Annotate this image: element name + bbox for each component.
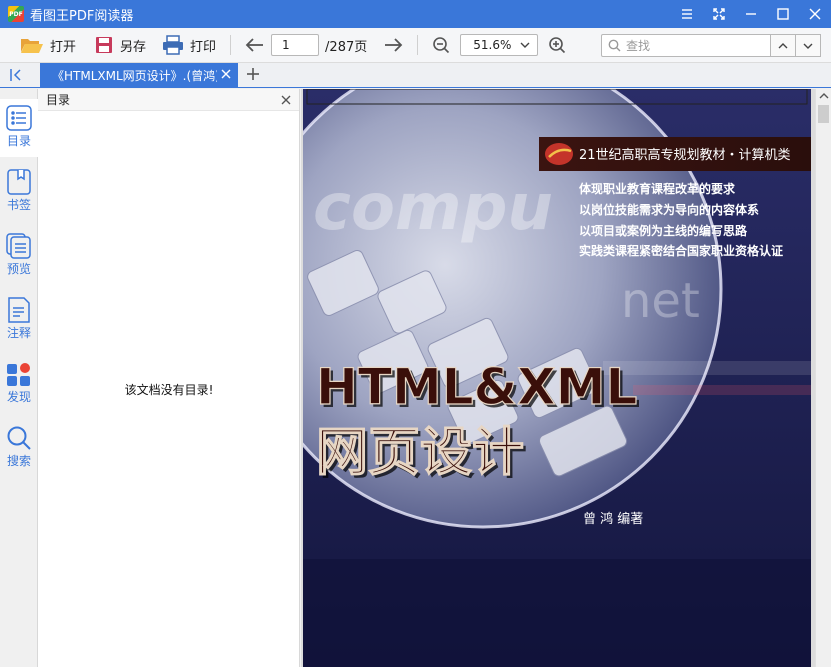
previous-page-button[interactable] [239,31,271,59]
cover-bg-word: compu [313,171,553,245]
page-number-input[interactable]: 1 [271,34,320,56]
maximize-button[interactable] [767,0,799,28]
print-button[interactable]: 打印 [156,31,222,59]
cover-feature: 以项目或案例为主线的编写思路 [579,223,748,238]
cover-title-line2: 网页设计 [316,423,524,483]
cover-feature: 体现职业教育课程改革的要求 [579,181,736,196]
zoom-select[interactable]: 51.6% [460,34,539,56]
search-next-button[interactable] [796,34,821,57]
scrollbar-thumb[interactable] [818,105,829,123]
maximize-icon [777,8,789,20]
outline-title: 目录 [46,93,71,107]
outline-close-button[interactable] [281,94,291,108]
collapse-left-icon [10,69,21,81]
page-total: /287页 [325,39,368,55]
arrow-right-icon [385,38,403,52]
scroll-up-icon[interactable] [819,92,829,100]
zoom-out-button[interactable] [426,31,456,59]
sidebar-item-search[interactable]: 搜索 [0,419,38,477]
app-logo-icon: PDF [8,6,24,22]
zoom-in-button[interactable] [542,31,572,59]
zoom-value: 51.6% [473,38,512,52]
vertical-scrollbar[interactable] [815,89,831,667]
toolbar: 打开 另存 打印 1 /287页 51.6% 查找 [0,28,831,63]
save-as-button[interactable]: 另存 [88,31,152,59]
open-label: 打开 [50,39,77,55]
close-icon [809,8,821,20]
zoom-in-icon [549,37,566,54]
save-as-label: 另存 [120,39,147,55]
left-sidebar: 目录 书签 预览 注释 发现 搜索 [0,89,38,667]
folder-open-icon [21,39,43,53]
app-title: 看图王PDF阅读器 [30,8,134,24]
minimize-button[interactable] [735,0,767,28]
chevron-down-icon [803,43,813,49]
sidebar-item-notes[interactable]: 注释 [0,291,38,349]
toolbar-divider [417,35,419,55]
sidebar-item-label: 预览 [6,262,31,276]
search-prev-button[interactable] [771,34,796,57]
pdf-page: 21世纪高职高专规划教材・计算机类 体现职业教育课程改革的要求 以岗位技能需求为… [303,89,811,667]
outline-panel: 目录 该文档没有目录! [38,89,300,667]
book-cover-image: 21世纪高职高专规划教材・计算机类 体现职业教育课程改革的要求 以岗位技能需求为… [303,89,811,667]
title-bar: PDF 看图王PDF阅读器 [0,0,831,28]
fullscreen-button[interactable] [703,0,735,28]
next-page-button[interactable] [377,31,409,59]
arrow-left-icon [245,38,264,52]
sidebar-item-discover[interactable]: 发现 [0,355,38,413]
sidebar-item-bookmarks[interactable]: 书签 [0,163,38,221]
cover-author: 曾 鸿 编著 [583,511,643,527]
zoom-out-icon [433,37,450,54]
search-placeholder: 查找 [626,39,651,53]
fullscreen-icon [713,8,725,20]
cover-feature: 以岗位技能需求为导向的内容体系 [579,202,759,217]
collapse-panel-button[interactable] [9,68,25,85]
note-icon [8,297,30,323]
toolbar-divider [230,35,232,55]
document-tab-label: 《HTMLXML网页设计》.(曾鸿) [52,69,217,83]
close-icon [281,95,291,105]
outline-header: 目录 [38,89,299,111]
discover-icon [7,363,30,386]
sidebar-item-label: 注释 [6,326,31,340]
sidebar-item-outline[interactable]: 目录 [0,99,38,157]
cover-series: 21世纪高职高专规划教材・计算机类 [579,147,791,163]
search-icon [7,426,31,450]
list-icon [6,105,32,131]
hamburger-icon [682,9,692,19]
sidebar-item-label: 发现 [6,390,31,404]
save-icon [96,37,113,53]
sidebar-item-preview[interactable]: 预览 [0,227,38,285]
close-tab-icon[interactable] [220,68,232,80]
chevron-down-icon [520,42,530,48]
plus-icon [247,68,259,80]
document-tab[interactable]: 《HTMLXML网页设计》.(曾鸿) [40,63,238,88]
sidebar-item-label: 书签 [6,198,31,212]
close-window-button[interactable] [799,0,831,28]
print-label: 打印 [190,39,217,55]
tab-strip: 《HTMLXML网页设计》.(曾鸿) [0,63,831,88]
outline-empty-message: 该文档没有目录! [124,383,214,397]
document-view[interactable]: 21世纪高职高专规划教材・计算机类 体现职业教育课程改革的要求 以岗位技能需求为… [301,89,815,667]
bookmark-icon [7,169,31,195]
preview-icon [6,233,31,259]
menu-button[interactable] [671,0,703,28]
minimize-icon [746,13,756,15]
printer-icon [163,35,184,55]
cover-title-line1: HTML&XML [316,358,637,416]
cover-feature: 实践类课程紧密结合国家职业资格认证 [579,243,783,258]
sidebar-item-label: 搜索 [6,454,31,468]
new-tab-button[interactable] [246,67,260,84]
search-input[interactable]: 查找 [601,34,771,57]
sidebar-item-label: 目录 [6,134,31,148]
cover-bg-word: net [621,273,700,329]
chevron-up-icon [778,42,788,48]
open-button[interactable]: 打开 [14,31,82,59]
search-icon [608,39,621,52]
